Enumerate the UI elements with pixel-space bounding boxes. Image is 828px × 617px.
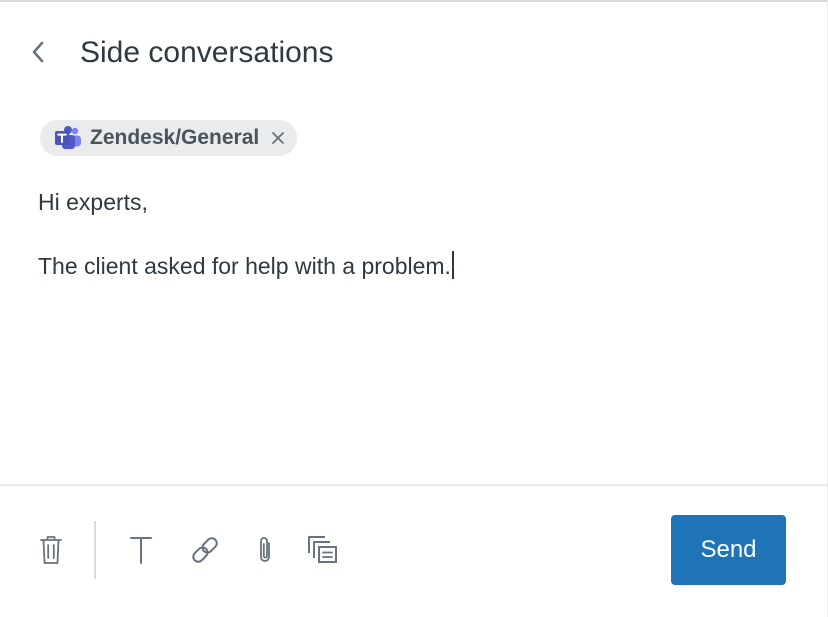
message-line-with-caret: The client asked for help with a problem… bbox=[38, 250, 798, 282]
header: Side conversations bbox=[0, 20, 828, 86]
recipient-chip[interactable]: Zendesk/General bbox=[40, 120, 298, 156]
page-title: Side conversations bbox=[80, 36, 334, 69]
text-caret bbox=[451, 251, 454, 279]
attach-file-button[interactable] bbox=[245, 528, 285, 572]
link-icon bbox=[192, 537, 218, 563]
message-line: The client asked for help with a problem… bbox=[38, 253, 451, 279]
delete-button[interactable] bbox=[31, 528, 71, 572]
macro-icon bbox=[308, 536, 337, 563]
text-format-button[interactable] bbox=[121, 528, 161, 572]
remove-recipient-button[interactable] bbox=[269, 129, 287, 147]
message-line: Hi experts, bbox=[38, 189, 148, 215]
trash-icon bbox=[40, 536, 62, 564]
attachment-icon bbox=[260, 537, 270, 562]
insert-link-button[interactable] bbox=[185, 528, 225, 572]
toolbar-separator bbox=[94, 521, 96, 579]
text-format-icon bbox=[130, 537, 152, 564]
chevron-left-icon bbox=[32, 41, 44, 63]
apply-macro-button[interactable] bbox=[301, 528, 341, 572]
close-icon bbox=[272, 132, 285, 144]
message-editor[interactable]: Hi experts, The client asked for help wi… bbox=[38, 186, 798, 314]
recipient-list: Zendesk/General bbox=[40, 120, 298, 156]
back-button[interactable] bbox=[22, 34, 54, 70]
send-button[interactable]: Send bbox=[671, 515, 786, 585]
top-border bbox=[0, 0, 828, 2]
microsoft-teams-icon bbox=[54, 125, 82, 151]
recipient-chip-label: Zendesk/General bbox=[90, 126, 260, 149]
composer-toolbar: Send bbox=[0, 486, 828, 617]
